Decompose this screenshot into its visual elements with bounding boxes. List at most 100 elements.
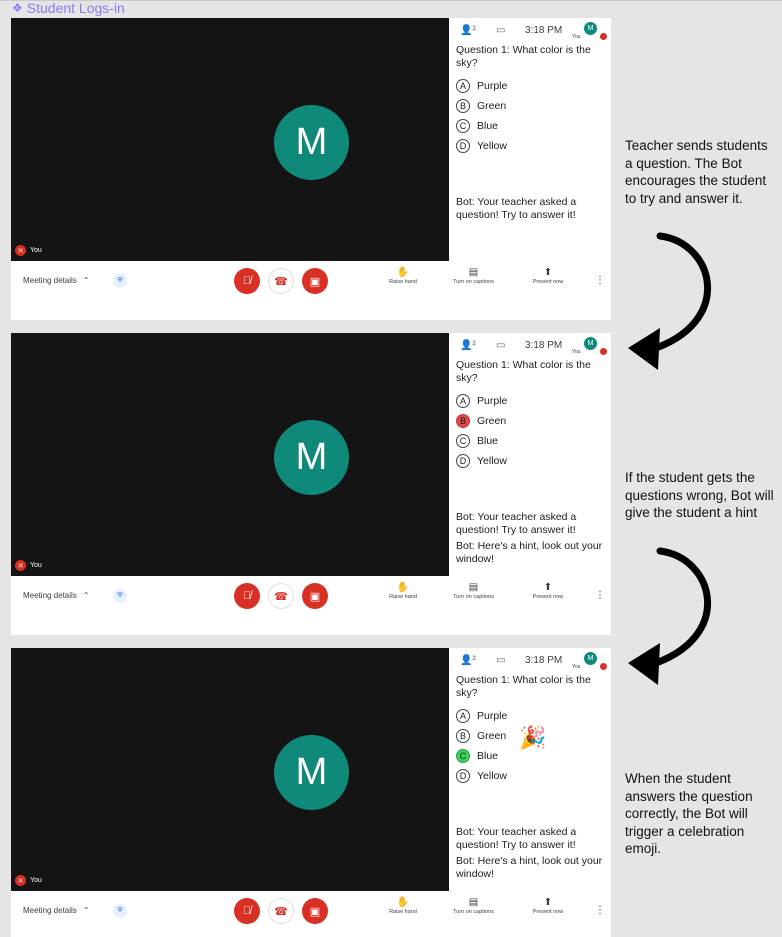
raise-hand-button[interactable]: ✋ Raise hand xyxy=(383,582,423,600)
option-letter: B xyxy=(456,729,470,743)
mic-off-icon: ✕ xyxy=(15,875,26,886)
component-icon: ❖ xyxy=(12,1,23,15)
chat-icon[interactable]: ▭ xyxy=(496,25,505,36)
self-tag-label: You xyxy=(30,877,42,884)
video-tile: M ✕ You xyxy=(11,648,449,891)
camera-toggle-button[interactable]: ▣ xyxy=(302,583,328,609)
answer-options: A Purple B Green C Blue D Yellow xyxy=(456,706,507,786)
captions-label: Turn on captions xyxy=(453,909,494,915)
captions-button[interactable]: ▤ Turn on captions xyxy=(446,267,501,285)
meeting-details-button[interactable]: Meeting details ⌃ xyxy=(23,276,90,285)
clock: 3:18 PM xyxy=(525,340,563,351)
option-label: Yellow xyxy=(477,455,507,467)
people-icon[interactable]: 👤² xyxy=(460,340,476,351)
raise-hand-button[interactable]: ✋ Raise hand xyxy=(383,897,423,915)
chat-icon[interactable]: ▭ xyxy=(496,340,505,351)
answer-option[interactable]: A Purple xyxy=(456,706,507,726)
meeting-details-label: Meeting details xyxy=(23,276,77,285)
self-avatar[interactable]: M xyxy=(584,337,597,350)
hand-icon: ✋ xyxy=(396,267,410,278)
mic-off-icon: 🎙̸ xyxy=(242,275,252,287)
leave-call-button[interactable]: ☎ xyxy=(268,268,294,294)
step-annotation: If the student gets the questions wrong,… xyxy=(625,470,774,520)
quiz-question: Question 1: What color is the sky? xyxy=(456,674,591,699)
captions-button[interactable]: ▤ Turn on captions xyxy=(446,897,501,915)
leave-call-button[interactable]: ☎ xyxy=(268,898,294,924)
meeting-details-label: Meeting details xyxy=(23,591,77,600)
option-label: Blue xyxy=(477,750,499,762)
option-letter: B xyxy=(456,414,470,428)
meeting-details-label: Meeting details xyxy=(23,906,77,915)
answer-option[interactable]: B Green xyxy=(456,411,507,431)
answer-options: A Purple B Green C Blue D Yellow xyxy=(456,391,507,471)
frame-title[interactable]: ❖ Student Logs-in xyxy=(12,0,125,16)
option-label: Green xyxy=(477,100,507,112)
frame-title-label: Student Logs-in xyxy=(26,0,125,16)
answer-option[interactable]: D Yellow xyxy=(456,766,507,786)
present-icon: ⬆ xyxy=(543,897,553,908)
shield-icon[interactable]: ⛨ xyxy=(113,904,127,918)
meeting-details-button[interactable]: Meeting details ⌃ xyxy=(23,906,90,915)
bot-message: Bot: Here's a hint, look out your window… xyxy=(456,855,603,880)
hand-icon: ✋ xyxy=(396,582,410,593)
option-letter: C xyxy=(456,749,470,763)
muted-badge-icon xyxy=(600,33,607,40)
answer-option[interactable]: B Green xyxy=(456,96,507,116)
shield-icon[interactable]: ⛨ xyxy=(113,589,127,603)
more-options-icon[interactable]: ⋮ xyxy=(595,590,605,601)
self-avatar[interactable]: M xyxy=(584,22,597,35)
camera-toggle-button[interactable]: ▣ xyxy=(302,268,328,294)
option-letter: D xyxy=(456,454,470,468)
answer-option[interactable]: C Blue xyxy=(456,116,507,136)
camera-toggle-button[interactable]: ▣ xyxy=(302,898,328,924)
side-panel-header: 👤² ▭ 3:18 PM You M xyxy=(449,337,611,359)
more-options-icon[interactable]: ⋮ xyxy=(595,905,605,916)
captions-icon: ▤ xyxy=(468,267,479,278)
mic-off-icon: ✕ xyxy=(15,560,26,571)
bot-message: Bot: Here's a hint, look out your window… xyxy=(456,540,603,565)
quiz-question: Question 1: What color is the sky? xyxy=(456,359,591,384)
option-letter: D xyxy=(456,139,470,153)
chat-icon[interactable]: ▭ xyxy=(496,655,505,666)
answer-option[interactable]: D Yellow xyxy=(456,451,507,471)
option-label: Green xyxy=(477,415,507,427)
hang-up-icon: ☎ xyxy=(274,590,288,603)
option-label: Blue xyxy=(477,120,499,132)
answer-option[interactable]: A Purple xyxy=(456,391,507,411)
answer-option[interactable]: B Green xyxy=(456,726,507,746)
answer-option[interactable]: C Blue xyxy=(456,746,507,766)
shield-icon[interactable]: ⛨ xyxy=(113,274,127,288)
people-icon[interactable]: 👤² xyxy=(460,655,476,666)
option-label: Purple xyxy=(477,395,508,407)
answer-option[interactable]: D Yellow xyxy=(456,136,507,156)
bot-message: Bot: Your teacher asked a question! Try … xyxy=(456,196,577,221)
camera-off-icon: ▣ xyxy=(309,590,321,603)
people-icon[interactable]: 👤² xyxy=(460,25,476,36)
meet-window: M ✕ You 👤² ▭ 3:18 PM You M Question 1: W… xyxy=(11,333,611,635)
option-letter: B xyxy=(456,99,470,113)
meeting-details-button[interactable]: Meeting details ⌃ xyxy=(23,591,90,600)
hang-up-icon: ☎ xyxy=(274,275,288,288)
option-label: Green xyxy=(477,730,507,742)
leave-call-button[interactable]: ☎ xyxy=(268,583,294,609)
self-avatar[interactable]: M xyxy=(584,652,597,665)
mic-toggle-button[interactable]: 🎙̸ xyxy=(234,268,260,294)
present-button[interactable]: ⬆ Present now xyxy=(527,267,569,285)
present-button[interactable]: ⬆ Present now xyxy=(527,582,569,600)
raise-hand-button[interactable]: ✋ Raise hand xyxy=(383,267,423,285)
more-options-icon[interactable]: ⋮ xyxy=(595,275,605,286)
self-tag: ✕ You xyxy=(15,560,42,571)
captions-button[interactable]: ▤ Turn on captions xyxy=(446,582,501,600)
mic-toggle-button[interactable]: 🎙̸ xyxy=(234,898,260,924)
captions-icon: ▤ xyxy=(468,897,479,908)
meet-window: M ✕ You 👤² ▭ 3:18 PM You M Question 1: W… xyxy=(11,18,611,320)
meet-window: M ✕ You 👤² ▭ 3:18 PM You M Question 1: W… xyxy=(11,648,611,937)
answer-option[interactable]: A Purple xyxy=(456,76,507,96)
present-button[interactable]: ⬆ Present now xyxy=(527,897,569,915)
option-label: Yellow xyxy=(477,770,507,782)
mic-toggle-button[interactable]: 🎙̸ xyxy=(234,583,260,609)
answer-option[interactable]: C Blue xyxy=(456,431,507,451)
participant-avatar: M xyxy=(274,735,349,810)
chevron-up-icon: ⌃ xyxy=(82,591,90,600)
side-panel-header: 👤² ▭ 3:18 PM You M xyxy=(449,652,611,674)
